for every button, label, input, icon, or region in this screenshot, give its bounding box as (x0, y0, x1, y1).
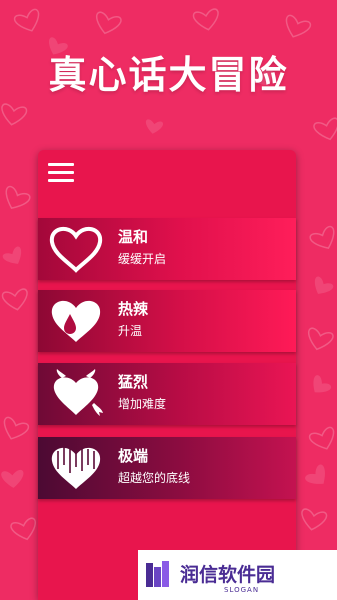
app-title: 真心话大冒险 (48, 53, 289, 97)
mode-label: 温和 (118, 228, 149, 246)
devil-heart-icon (53, 369, 103, 416)
heart-drop-icon (51, 300, 101, 342)
mode-label: 猛烈 (118, 373, 149, 391)
watermark-text: 润信软件园 (180, 564, 276, 586)
broken-heart-icon (51, 447, 101, 489)
mode-label: 热辣 (118, 300, 149, 318)
mode-description: 缓缓开启 (118, 252, 167, 266)
watermark-banner: 润信软件园 SLOGAN (138, 550, 337, 600)
mode-card: 温和 缓缓开启 热辣 升温 猛烈 增加难度 极端 超越您的底线 (38, 150, 296, 600)
watermark-slogan: SLOGAN (224, 586, 260, 594)
watermark-logo-icon (146, 561, 169, 587)
mode-description: 超越您的底线 (118, 471, 191, 485)
mode-description: 增加难度 (118, 397, 167, 411)
hamburger-menu-icon[interactable] (48, 160, 74, 182)
heart-outline-icon (49, 226, 103, 273)
mode-label: 极端 (118, 447, 149, 465)
mode-item-gentle[interactable]: 温和 缓缓开启 (38, 218, 296, 280)
mode-item-fierce[interactable]: 猛烈 增加难度 (38, 363, 296, 425)
mode-item-extreme[interactable]: 极端 超越您的底线 (38, 437, 296, 499)
mode-description: 升温 (118, 324, 143, 338)
mode-item-spicy[interactable]: 热辣 升温 (38, 290, 296, 352)
